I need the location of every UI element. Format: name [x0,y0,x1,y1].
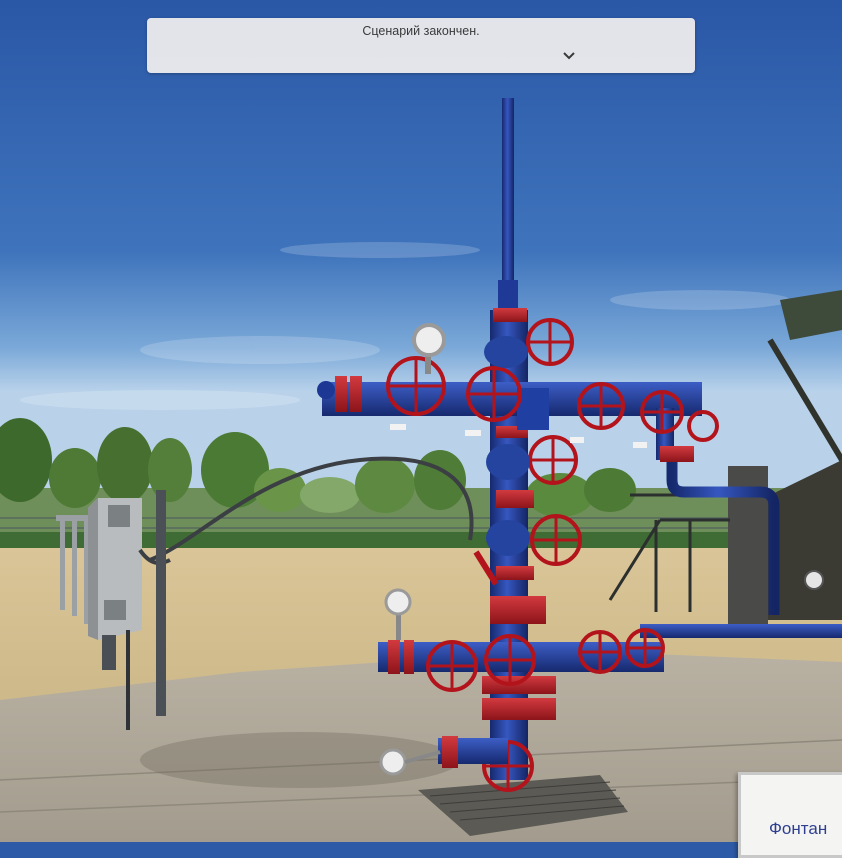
scenario-notification: Сценарий закончен. [147,18,695,73]
sign-label: Фонтан [769,819,828,838]
lubricator-mast [502,98,514,288]
support-pole [156,490,166,716]
post [126,630,130,730]
pressure-gauge-icon [384,588,412,616]
flow-line [640,624,842,638]
simulation-viewport[interactable] [0,0,842,842]
scenario-status-text: Сценарий закончен. [362,24,480,38]
pressure-gauge-icon [379,748,407,776]
info-sign[interactable]: Фонтан [738,772,842,858]
chevron-down-icon[interactable] [561,49,577,63]
pressure-gauge-icon [412,323,446,357]
